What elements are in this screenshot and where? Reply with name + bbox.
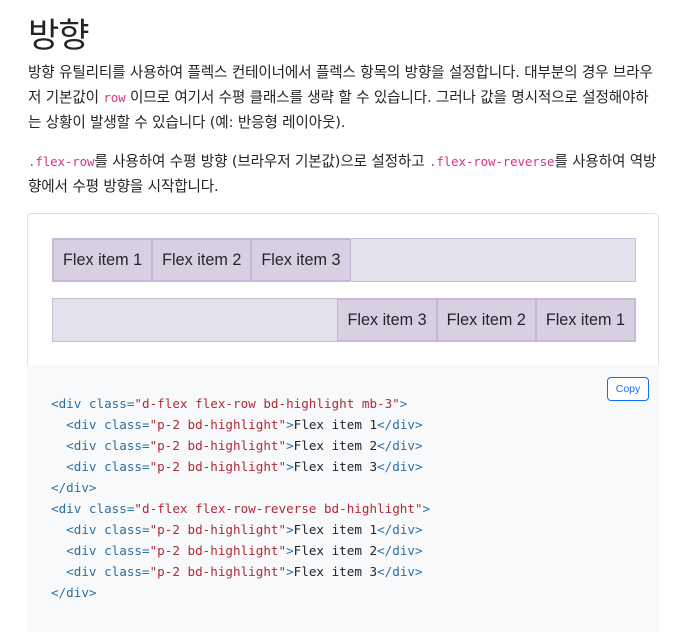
page-title: 방향: [28, 16, 90, 56]
code-token-attr: class=: [96, 438, 150, 453]
code-token-open: <div: [66, 459, 97, 474]
code-token-text: Flex item 1: [293, 522, 378, 537]
inline-code-flex-row-reverse: .flex-row-reverse: [428, 154, 555, 169]
code-token-attr: class=: [96, 417, 150, 432]
code-token-indent: [51, 438, 66, 453]
code-token-close: </div>: [377, 417, 423, 432]
code-token-open: <div: [51, 396, 82, 411]
code-token-attr: class=: [96, 564, 150, 579]
code-line: <div class="p-2 bd-highlight">Flex item …: [51, 414, 430, 435]
code-token-close: </div>: [377, 522, 423, 537]
code-line: <div class="p-2 bd-highlight">Flex item …: [51, 456, 430, 477]
code-token-open: <div: [66, 417, 97, 432]
code-highlight-block: Copy <div class="d-flex flex-row bd-high…: [27, 365, 659, 632]
code-token-text: Flex item 2: [293, 438, 378, 453]
example-preview: Flex item 1 Flex item 2 Flex item 3 Flex…: [27, 213, 659, 365]
code-token-indent: [51, 459, 66, 474]
code-line: <div class="d-flex flex-row bd-highlight…: [51, 393, 430, 414]
flex-item: Flex item 3: [251, 239, 351, 281]
code-line: <div class="p-2 bd-highlight">Flex item …: [51, 561, 430, 582]
inline-code-row: row: [103, 90, 126, 105]
code-token-val: "p-2 bd-highlight": [149, 417, 287, 432]
code-token-open: <div: [66, 543, 97, 558]
code-token-attr: class=: [96, 543, 150, 558]
code-token-gt: >: [286, 564, 294, 579]
code-token-open: </div>: [51, 480, 97, 495]
code-token-indent: [51, 522, 66, 537]
description-text-1: 를 사용하여 수평 방향 (브라우저 기본값)으로 설정하고: [94, 153, 429, 170]
flex-item: Flex item 3: [337, 299, 437, 341]
flex-item: Flex item 2: [436, 299, 536, 341]
flex-item: Flex item 1: [535, 299, 635, 341]
flex-item: Flex item 1: [53, 239, 153, 281]
code-token-open: <div: [66, 564, 97, 579]
code-token-attr: class=: [81, 501, 135, 516]
code-token-open: <div: [66, 438, 97, 453]
code-token-gt: >: [286, 417, 294, 432]
code-token-text: Flex item 2: [293, 543, 378, 558]
code-line: <div class="p-2 bd-highlight">Flex item …: [51, 540, 430, 561]
flex-item: Flex item 2: [152, 239, 252, 281]
code-line: </div>: [51, 477, 430, 498]
code-token-val: "p-2 bd-highlight": [149, 543, 287, 558]
code-token-open: <div: [51, 501, 82, 516]
code-token-attr: class=: [96, 522, 150, 537]
code-snippet: <div class="d-flex flex-row bd-highlight…: [51, 393, 430, 603]
code-token-attr: class=: [81, 396, 135, 411]
code-token-open: </div>: [51, 585, 97, 600]
code-token-gt: >: [422, 501, 431, 516]
inline-code-flex-row: .flex-row: [28, 154, 95, 169]
code-token-val: "p-2 bd-highlight": [149, 438, 287, 453]
code-token-text: Flex item 1: [293, 417, 378, 432]
code-token-close: </div>: [377, 459, 423, 474]
code-token-indent: [51, 543, 66, 558]
code-token-close: </div>: [377, 438, 423, 453]
code-token-indent: [51, 417, 66, 432]
intro-paragraph: 방향 유틸리티를 사용하여 플렉스 컨테이너에서 플렉스 항목의 방향을 설정합…: [28, 60, 660, 135]
flex-row-container: Flex item 1 Flex item 2 Flex item 3: [52, 238, 636, 282]
code-line: <div class="d-flex flex-row-reverse bd-h…: [51, 498, 430, 519]
code-token-val: "d-flex flex-row bd-highlight mb-3": [134, 396, 400, 411]
code-token-val: "p-2 bd-highlight": [149, 459, 287, 474]
code-token-open: <div: [66, 522, 97, 537]
code-line: <div class="p-2 bd-highlight">Flex item …: [51, 519, 430, 540]
flex-row-reverse-container: Flex item 1 Flex item 2 Flex item 3: [52, 298, 636, 342]
code-token-close: </div>: [377, 543, 423, 558]
code-token-text: Flex item 3: [293, 459, 378, 474]
code-token-val: "p-2 bd-highlight": [149, 522, 287, 537]
code-token-gt: >: [399, 396, 408, 411]
code-token-val: "p-2 bd-highlight": [149, 564, 287, 579]
code-token-gt: >: [286, 522, 294, 537]
copy-button[interactable]: Copy: [607, 377, 649, 401]
code-token-gt: >: [286, 459, 294, 474]
direction-description: .flex-row를 사용하여 수평 방향 (브라우저 기본값)으로 설정하고 …: [28, 149, 660, 199]
code-token-gt: >: [286, 438, 294, 453]
code-token-indent: [51, 564, 66, 579]
code-token-gt: >: [286, 543, 294, 558]
code-token-text: Flex item 3: [293, 564, 378, 579]
code-line: </div>: [51, 582, 430, 603]
code-token-close: </div>: [377, 564, 423, 579]
code-token-attr: class=: [96, 459, 150, 474]
code-line: <div class="p-2 bd-highlight">Flex item …: [51, 435, 430, 456]
code-token-val: "d-flex flex-row-reverse bd-highlight": [134, 501, 423, 516]
